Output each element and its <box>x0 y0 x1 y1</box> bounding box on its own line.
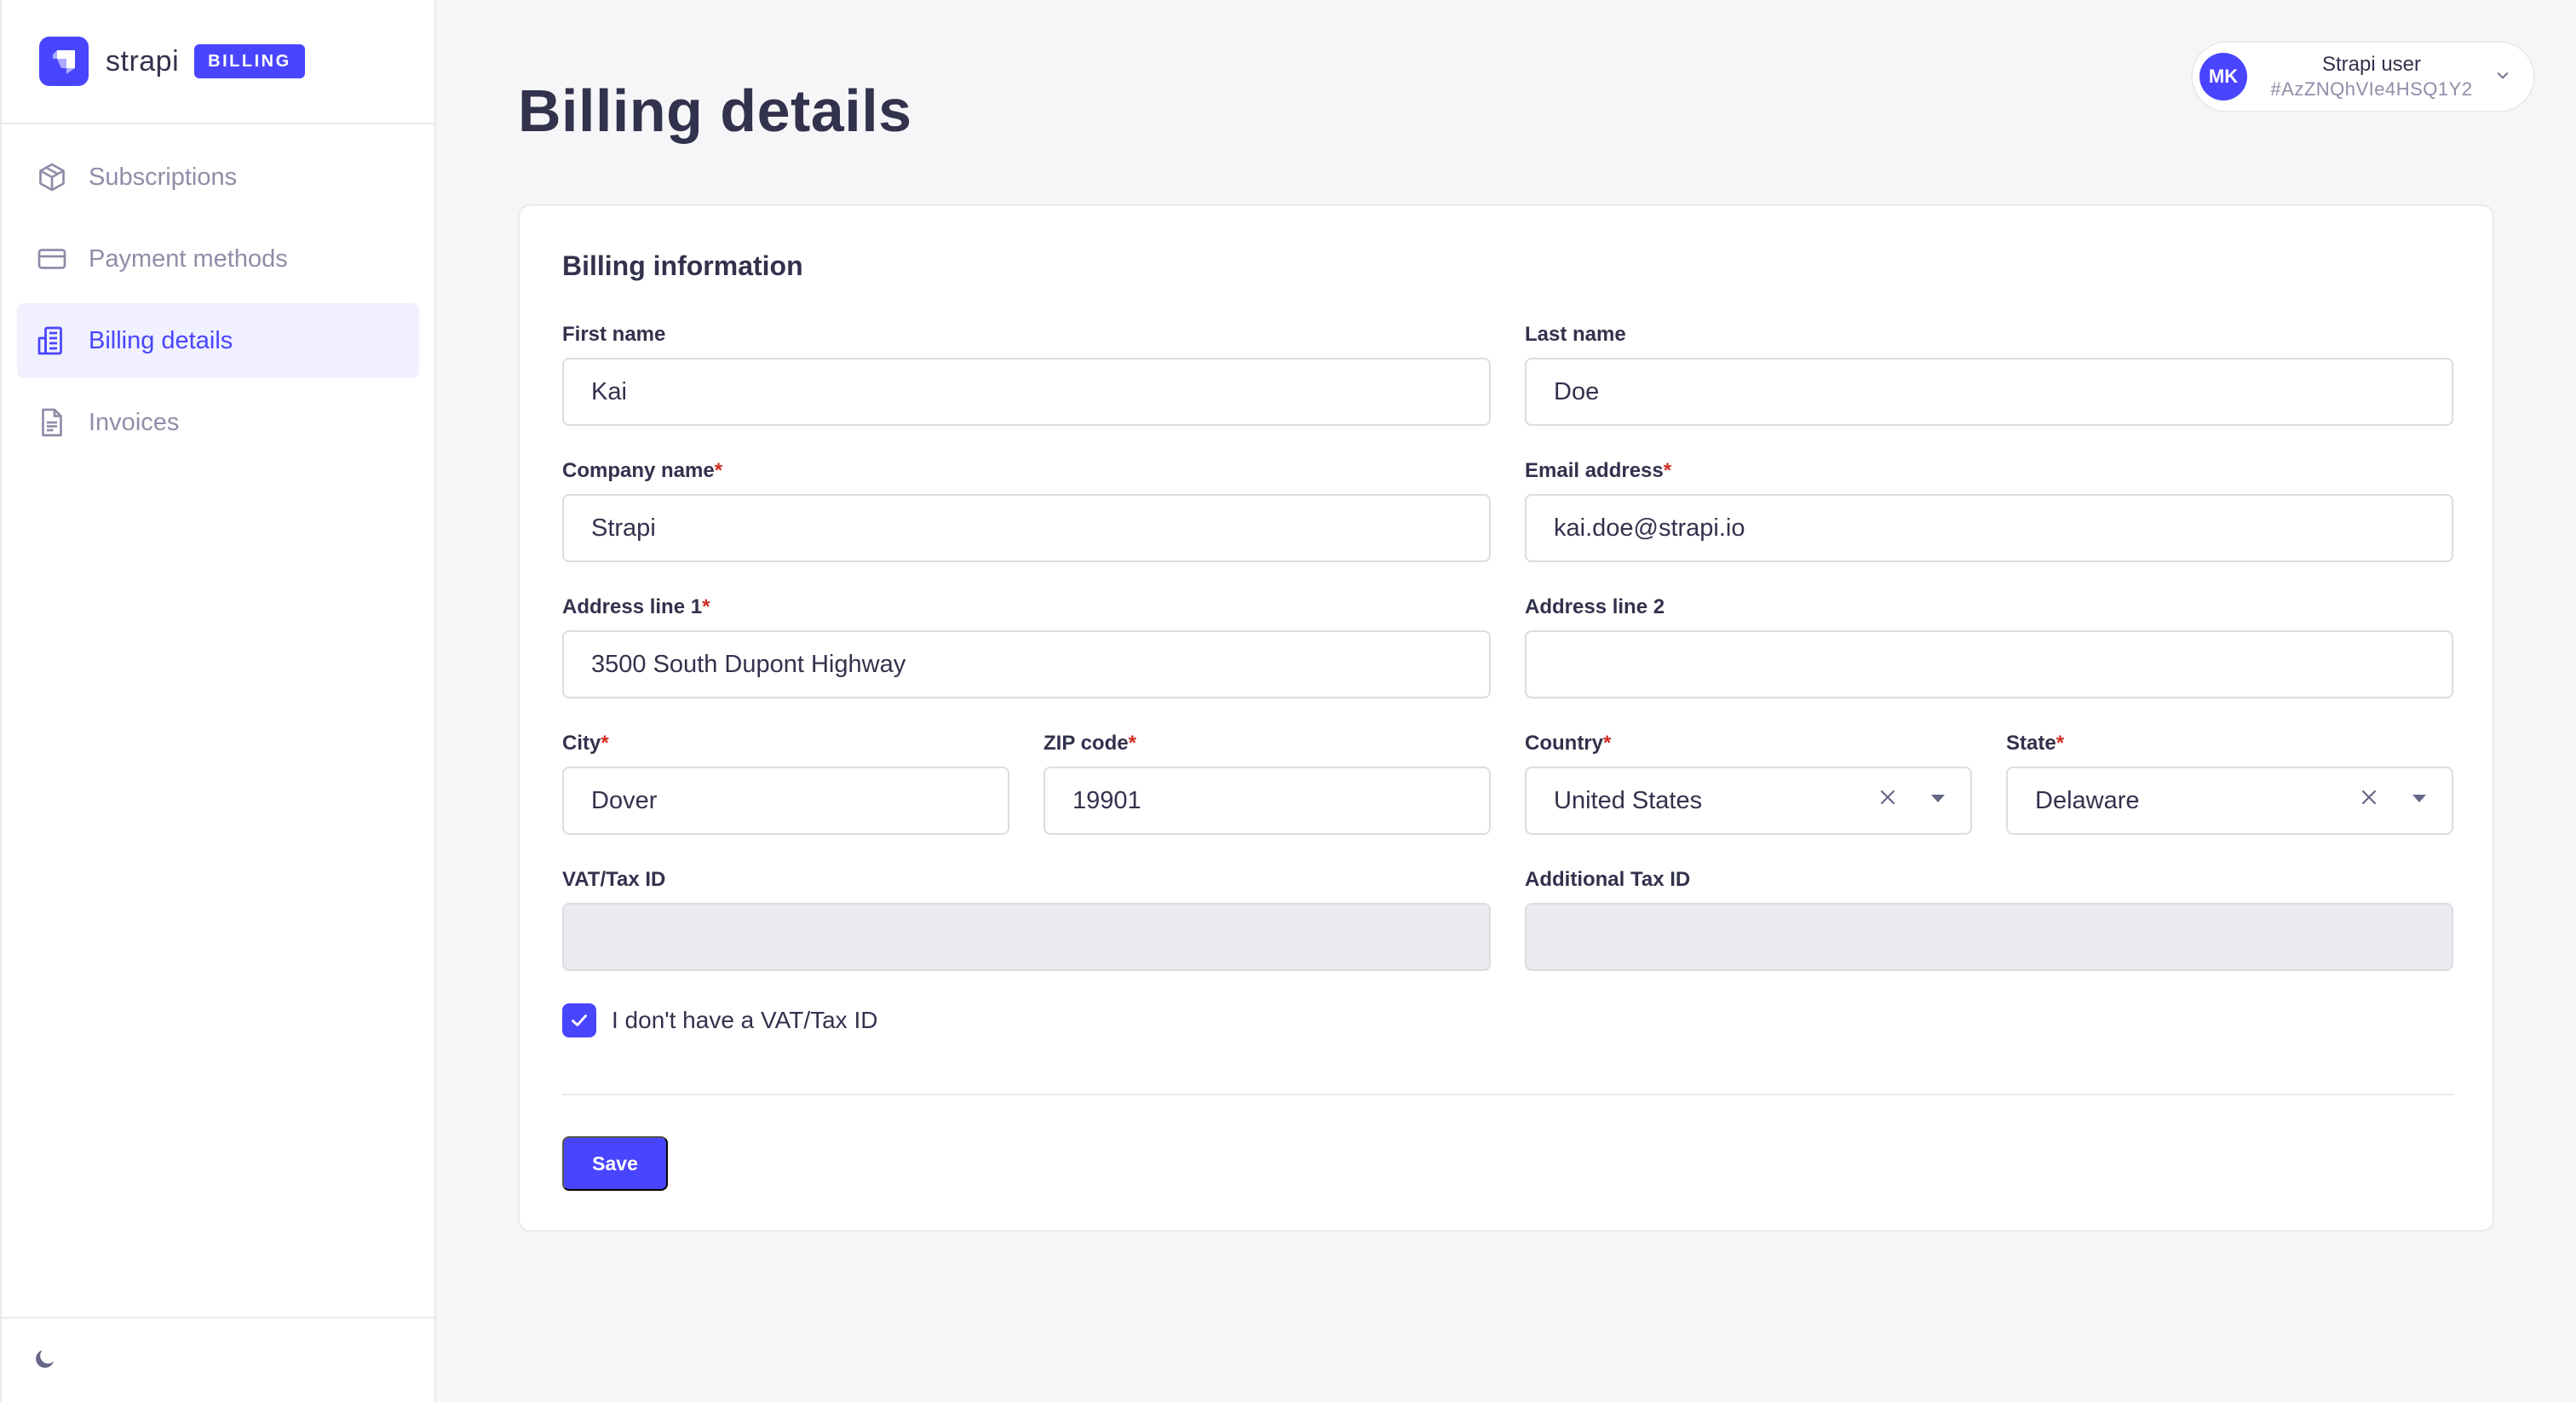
caret-down-icon[interactable] <box>1928 787 1948 815</box>
email-field: Email address* kai.doe@strapi.io <box>1525 458 2453 562</box>
no-vat-checkbox-label[interactable]: I don't have a VAT/Tax ID <box>612 1007 877 1034</box>
user-id: #AzZNQhVIe4HSQ1Y2 <box>2270 78 2473 100</box>
company-name-field: Company name* Strapi <box>562 458 1491 562</box>
clear-state-icon[interactable] <box>2358 786 2380 815</box>
moon-icon[interactable] <box>32 1346 58 1376</box>
email-input[interactable]: kai.doe@strapi.io <box>1525 494 2453 562</box>
last-name-label: Last name <box>1525 323 1626 346</box>
first-name-input[interactable]: Kai <box>562 358 1491 426</box>
sidebar-item-subscriptions[interactable]: Subscriptions <box>17 140 419 215</box>
document-icon <box>36 406 68 439</box>
country-field: Country* United States <box>1525 731 1972 835</box>
billing-badge: BILLING <box>194 44 305 78</box>
city-input[interactable]: Dover <box>562 767 1009 835</box>
avatar: MK <box>2199 53 2247 101</box>
required-marker: * <box>1603 732 1612 755</box>
required-marker: * <box>1128 732 1136 755</box>
address-line-2-field: Address line 2 <box>1525 595 2453 698</box>
city-field: City* Dover <box>562 731 1009 835</box>
first-name-field: First name Kai <box>562 322 1491 426</box>
required-marker: * <box>601 732 609 755</box>
company-name-input[interactable]: Strapi <box>562 494 1491 562</box>
required-marker: * <box>702 595 710 618</box>
additional-tax-id-field: Additional Tax ID <box>1525 867 2453 971</box>
no-vat-checkbox-row[interactable]: I don't have a VAT/Tax ID <box>562 1003 877 1037</box>
state-value: Delaware <box>2035 786 2140 814</box>
address-line-2-label: Address line 2 <box>1525 595 1665 618</box>
email-label: Email address <box>1525 459 1664 482</box>
building-icon <box>36 325 68 357</box>
state-field: State* Delaware <box>2006 731 2453 835</box>
sidebar-item-payment-methods[interactable]: Payment methods <box>17 221 419 296</box>
no-vat-checkbox[interactable] <box>562 1003 596 1037</box>
address-line-1-label: Address line 1 <box>562 595 703 618</box>
first-name-label: First name <box>562 323 666 346</box>
address-line-2-input[interactable] <box>1525 630 2453 698</box>
section-title: Billing information <box>562 250 803 281</box>
additional-tax-id-label: Additional Tax ID <box>1525 868 1691 891</box>
vat-tax-id-label: VAT/Tax ID <box>562 868 666 891</box>
box-icon <box>36 161 68 193</box>
required-marker: * <box>714 459 723 482</box>
zip-code-field: ZIP code* 19901 <box>1044 731 1491 835</box>
brand-header: strapi BILLING <box>2 0 434 124</box>
sidebar-item-label: Billing details <box>89 326 233 354</box>
credit-card-icon <box>36 243 68 275</box>
last-name-input[interactable]: Doe <box>1525 358 2453 426</box>
user-name: Strapi user <box>2321 53 2422 76</box>
vat-tax-id-input <box>562 903 1491 971</box>
page-title: Billing details <box>518 78 912 144</box>
required-marker: * <box>2056 732 2065 755</box>
brand-name: strapi <box>106 44 180 78</box>
sidebar-item-label: Payment methods <box>89 244 288 273</box>
state-label: State <box>2006 732 2056 755</box>
sidebar-footer <box>2 1317 434 1402</box>
company-name-label: Company name <box>562 459 715 482</box>
clear-country-icon[interactable] <box>1877 786 1899 815</box>
chevron-down-icon <box>2494 66 2511 88</box>
strapi-logo-icon[interactable] <box>39 37 89 86</box>
sidebar-nav: Subscriptions Payment methods Billing de… <box>2 124 434 460</box>
sidebar-item-label: Invoices <box>89 408 180 436</box>
sidebar-item-label: Subscriptions <box>89 163 238 191</box>
required-marker: * <box>1663 459 1672 482</box>
city-label: City <box>562 732 601 755</box>
address-line-1-input[interactable]: 3500 South Dupont Highway <box>562 630 1491 698</box>
zip-code-label: ZIP code <box>1044 732 1129 755</box>
caret-down-icon[interactable] <box>2409 787 2429 815</box>
save-button[interactable]: Save <box>562 1136 668 1191</box>
address-line-1-field: Address line 1* 3500 South Dupont Highwa… <box>562 595 1491 698</box>
additional-tax-id-input <box>1525 903 2453 971</box>
sidebar-item-billing-details[interactable]: Billing details <box>17 303 419 378</box>
country-label: Country <box>1525 732 1603 755</box>
country-value: United States <box>1554 786 1703 814</box>
sidebar-item-invoices[interactable]: Invoices <box>17 385 419 460</box>
user-menu[interactable]: MK Strapi user #AzZNQhVIe4HSQ1Y2 <box>2191 41 2535 112</box>
zip-code-input[interactable]: 19901 <box>1044 767 1491 835</box>
vat-tax-id-field: VAT/Tax ID <box>562 867 1491 971</box>
billing-information-card: Billing information First name Kai Last … <box>518 204 2494 1232</box>
last-name-field: Last name Doe <box>1525 322 2453 426</box>
divider <box>562 1094 2453 1095</box>
state-select[interactable]: Delaware <box>2006 767 2453 835</box>
country-select[interactable]: United States <box>1525 767 1972 835</box>
sidebar: strapi BILLING Subscriptions Payment met… <box>0 0 436 1402</box>
